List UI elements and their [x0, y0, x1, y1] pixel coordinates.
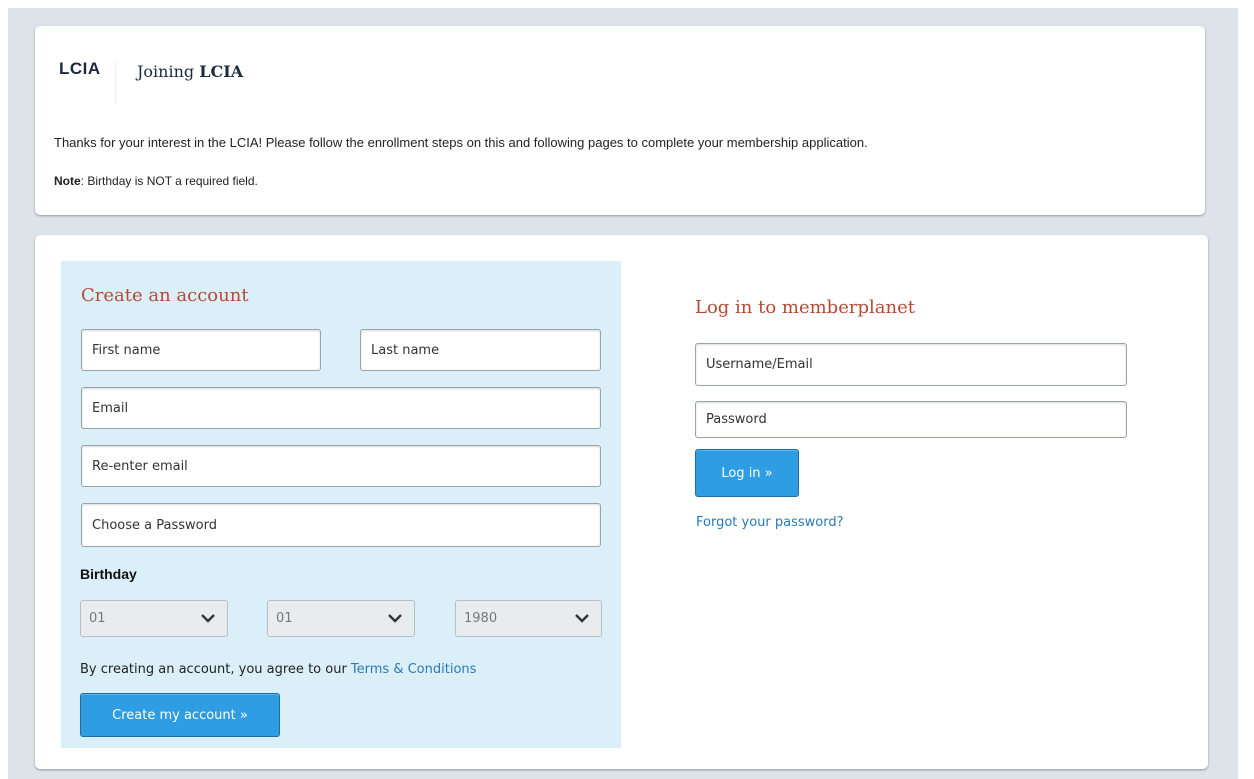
first-name-field[interactable]	[81, 329, 321, 371]
page-title-org: LCIA	[199, 62, 244, 81]
birthday-month-value: 01	[89, 611, 106, 626]
chevron-down-icon	[201, 614, 215, 623]
login-password-input[interactable]	[706, 412, 1116, 427]
terms-prefix: By creating an account, you agree to our	[80, 662, 351, 677]
username-field[interactable]	[695, 343, 1127, 386]
reenter-email-input[interactable]	[92, 458, 590, 474]
last-name-input[interactable]	[371, 342, 590, 358]
note-text: : Birthday is NOT a required field.	[80, 174, 258, 188]
terms-text: By creating an account, you agree to our…	[80, 662, 476, 677]
choose-password-field[interactable]	[81, 503, 601, 547]
create-account-button[interactable]: Create my account »	[80, 693, 280, 737]
chevron-down-icon	[388, 614, 402, 623]
choose-password-input[interactable]	[92, 517, 590, 533]
logo-divider	[115, 62, 116, 104]
login-password-field[interactable]	[695, 401, 1127, 438]
username-input[interactable]	[706, 357, 1116, 372]
first-name-input[interactable]	[92, 342, 310, 358]
login-title: Log in to memberplanet	[695, 297, 915, 318]
page-title-prefix: Joining	[137, 62, 195, 81]
birthday-label: Birthday	[80, 566, 137, 582]
birthday-year-value: 1980	[464, 611, 498, 626]
birthday-year-select[interactable]: 1980	[455, 600, 602, 637]
email-field[interactable]	[81, 387, 601, 429]
create-account-title: Create an account	[81, 285, 249, 306]
email-input[interactable]	[92, 400, 590, 416]
intro-text: Thanks for your interest in the LCIA! Pl…	[54, 135, 868, 150]
lcia-logo: LCIA	[59, 59, 101, 78]
terms-link[interactable]: Terms & Conditions	[351, 662, 477, 677]
note-label: Note	[54, 174, 81, 188]
page-title: Joining LCIA	[137, 62, 243, 81]
login-button[interactable]: Log in »	[695, 449, 799, 497]
chevron-down-icon	[575, 614, 589, 623]
birthday-day-select[interactable]: 01	[267, 600, 415, 637]
birthday-month-select[interactable]: 01	[80, 600, 228, 637]
birthday-note: Note: Birthday is NOT a required field.	[54, 174, 258, 188]
reenter-email-field[interactable]	[81, 445, 601, 487]
last-name-field[interactable]	[360, 329, 601, 371]
forgot-password-link[interactable]: Forgot your password?	[696, 515, 844, 530]
birthday-day-value: 01	[276, 611, 293, 626]
